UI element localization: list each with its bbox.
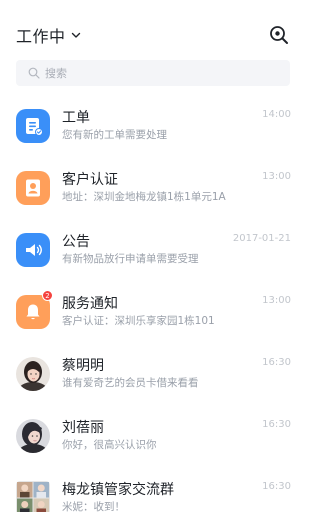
- header: 工作中: [0, 0, 307, 60]
- search-bar[interactable]: [16, 60, 290, 86]
- message-item-customer-verify[interactable]: 客户认证 地址：深圳金地梅龙镇1栋1单元1A 13:00: [0, 157, 307, 219]
- message-title: 服务通知: [62, 296, 118, 312]
- message-title: 客户认证: [62, 172, 118, 188]
- message-title: 蔡明明: [62, 358, 104, 374]
- message-title: 梅龙镇管家交流群: [62, 482, 174, 498]
- ticket-avatar: [16, 109, 50, 143]
- scan-search-icon[interactable]: [269, 25, 289, 45]
- message-item-contact[interactable]: 刘蓓丽 你好，很高兴认识你 16:30: [0, 405, 307, 467]
- message-item-announcement[interactable]: 公告 有新物品放行申请单需要受理 2017-01-21: [0, 219, 307, 281]
- message-item-contact[interactable]: 蔡明明 谁有爱奇艺的会员卡借来看看 16:30: [0, 343, 307, 405]
- search-icon: [28, 67, 40, 79]
- user-photo-icon: [16, 419, 50, 453]
- message-time: 13:00: [262, 171, 291, 182]
- ticket-icon: [26, 118, 43, 136]
- work-status-dropdown[interactable]: 工作中: [16, 23, 82, 47]
- message-title: 工单: [62, 110, 90, 126]
- message-preview: 谁有爱奇艺的会员卡借来看看: [62, 377, 199, 389]
- message-item-ticket[interactable]: 工单 您有新的工单需要处理 14:00: [0, 95, 307, 157]
- person-icon: [26, 179, 40, 197]
- message-preview: 米妮：收到！: [62, 501, 125, 512]
- group-photo-icon: [16, 481, 50, 512]
- message-item-service-notice[interactable]: 2 服务通知 客户认证：深圳乐享家园1栋101 13:00: [0, 281, 307, 343]
- message-preview: 客户认证：深圳乐享家园1栋101: [62, 315, 215, 327]
- message-title: 公告: [62, 234, 90, 250]
- search-input[interactable]: [45, 66, 245, 80]
- message-preview: 你好，很高兴认识你: [62, 439, 157, 451]
- chevron-down-icon: [71, 32, 80, 38]
- message-time: 16:30: [262, 357, 291, 368]
- message-preview: 有新物品放行申请单需要受理: [62, 253, 199, 265]
- message-item-group[interactable]: 梅龙镇管家交流群 米妮：收到！ 16:30: [0, 467, 307, 512]
- announcement-avatar: [16, 233, 50, 267]
- message-time: 16:30: [262, 419, 291, 430]
- message-time: 13:00: [262, 295, 291, 306]
- customer-avatar: [16, 171, 50, 205]
- message-list: 工单 您有新的工单需要处理 14:00 客户认证 地址：深圳金地梅龙镇1栋1单元…: [0, 95, 307, 512]
- message-time: 2017-01-21: [232, 233, 291, 244]
- bell-icon: [26, 304, 40, 320]
- unread-badge: 2: [42, 290, 53, 301]
- work-status-label: 工作中: [16, 27, 66, 46]
- app-root: 工作中 搜索 工单 您有新的工单需要处理 14:00 客户认证 地址：深圳金地梅…: [0, 0, 307, 512]
- message-time: 14:00: [262, 109, 291, 120]
- message-preview: 您有新的工单需要处理: [62, 129, 167, 141]
- message-title: 刘蓓丽: [62, 420, 104, 436]
- megaphone-icon: [26, 244, 42, 256]
- user-photo-icon: [16, 357, 50, 391]
- message-preview: 地址：深圳金地梅龙镇1栋1单元1A: [62, 191, 226, 203]
- message-time: 16:30: [262, 481, 291, 492]
